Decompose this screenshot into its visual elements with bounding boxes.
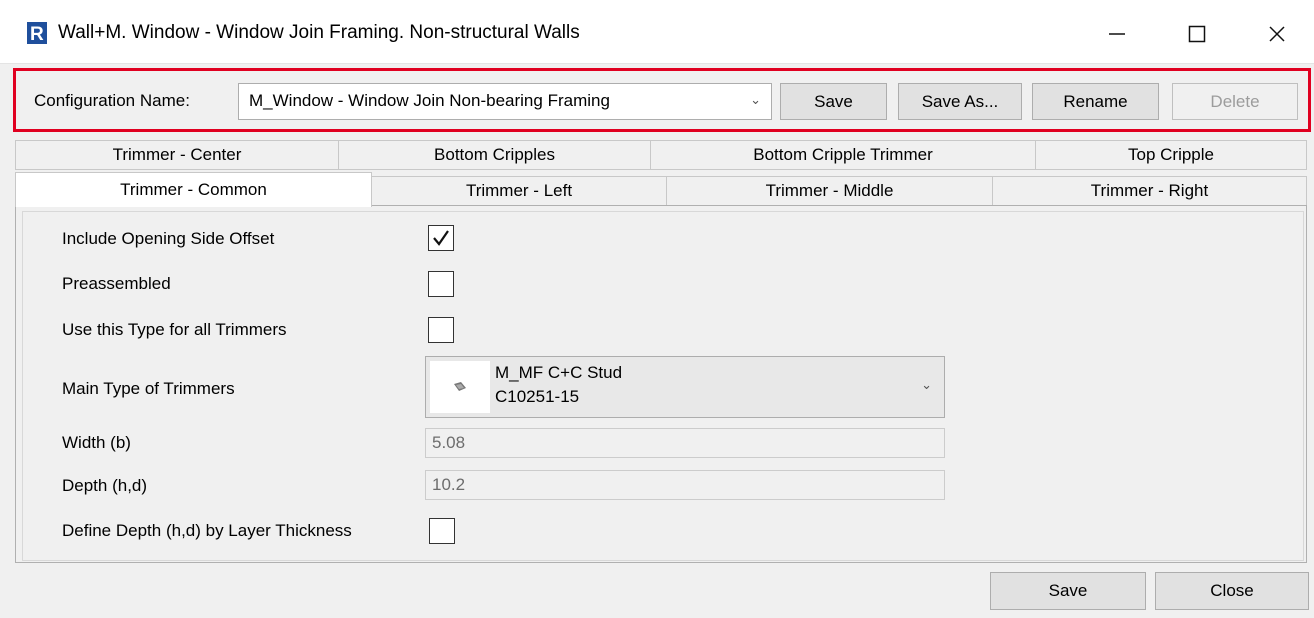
tab-trimmer-center[interactable]: Trimmer - Center: [15, 140, 339, 170]
use-type-for-all-trimmers-label: Use this Type for all Trimmers: [62, 320, 287, 339]
tab-trimmer-right[interactable]: Trimmer - Right: [992, 176, 1307, 206]
minimize-button[interactable]: [1097, 14, 1137, 54]
close-window-button[interactable]: [1257, 14, 1297, 54]
tab-top-cripple[interactable]: Top Cripple: [1035, 140, 1307, 170]
maximize-button[interactable]: [1177, 14, 1217, 54]
configuration-name-label: Configuration Name:: [34, 91, 190, 110]
tab-trimmer-left[interactable]: Trimmer - Left: [371, 176, 667, 206]
checkmark-icon: [433, 230, 449, 246]
configuration-bar: Configuration Name: M_Window - Window Jo…: [13, 68, 1311, 132]
main-type-size: C10251-15: [495, 387, 580, 406]
stud-profile-icon: [454, 382, 466, 391]
main-type-of-trimmers-label: Main Type of Trimmers: [62, 379, 235, 398]
save-config-button[interactable]: Save: [780, 83, 887, 120]
chevron-down-icon: ⌄: [921, 377, 932, 392]
save-as-button[interactable]: Save As...: [898, 83, 1022, 120]
rename-button[interactable]: Rename: [1032, 83, 1159, 120]
depth-field: 10.2: [425, 470, 945, 500]
preassembled-checkbox[interactable]: [428, 271, 454, 297]
configuration-name-value: M_Window - Window Join Non-bearing Frami…: [249, 91, 610, 110]
window-title: Wall+M. Window - Window Join Framing. No…: [58, 22, 580, 43]
stud-profile-thumbnail: [430, 361, 490, 413]
width-label: Width (b): [62, 433, 131, 452]
include-opening-side-offset-checkbox[interactable]: [428, 225, 454, 251]
tab-bottom-cripple-trimmer[interactable]: Bottom Cripple Trimmer: [650, 140, 1036, 170]
revit-r-icon: R: [27, 22, 47, 44]
configuration-name-dropdown[interactable]: M_Window - Window Join Non-bearing Frami…: [238, 83, 772, 120]
maximize-icon: [1188, 25, 1206, 43]
minimize-icon: [1109, 33, 1125, 35]
tab-bottom-cripples[interactable]: Bottom Cripples: [338, 140, 651, 170]
use-type-for-all-trimmers-checkbox[interactable]: [428, 317, 454, 343]
close-icon: [1269, 26, 1285, 42]
tab-trimmer-middle[interactable]: Trimmer - Middle: [666, 176, 993, 206]
save-button[interactable]: Save: [990, 572, 1146, 610]
define-depth-by-layer-thickness-checkbox[interactable]: [429, 518, 455, 544]
title-bar: R Wall+M. Window - Window Join Framing. …: [0, 0, 1314, 64]
main-type-of-trimmers-dropdown[interactable]: M_MF C+C Stud C10251-15 ⌄: [425, 356, 945, 418]
chevron-down-icon: ⌄: [750, 92, 761, 107]
svg-text:R: R: [30, 24, 44, 44]
depth-label: Depth (h,d): [62, 476, 148, 495]
preassembled-label: Preassembled: [62, 274, 171, 293]
define-depth-by-layer-thickness-label: Define Depth (h,d) by Layer Thickness: [62, 521, 352, 540]
width-field: 5.08: [425, 428, 945, 458]
tab-trimmer-common[interactable]: Trimmer - Common: [15, 172, 372, 207]
delete-button[interactable]: Delete: [1172, 83, 1298, 120]
include-opening-side-offset-label: Include Opening Side Offset: [62, 229, 275, 248]
close-button[interactable]: Close: [1155, 572, 1309, 610]
main-type-name: M_MF C+C Stud: [495, 363, 623, 382]
